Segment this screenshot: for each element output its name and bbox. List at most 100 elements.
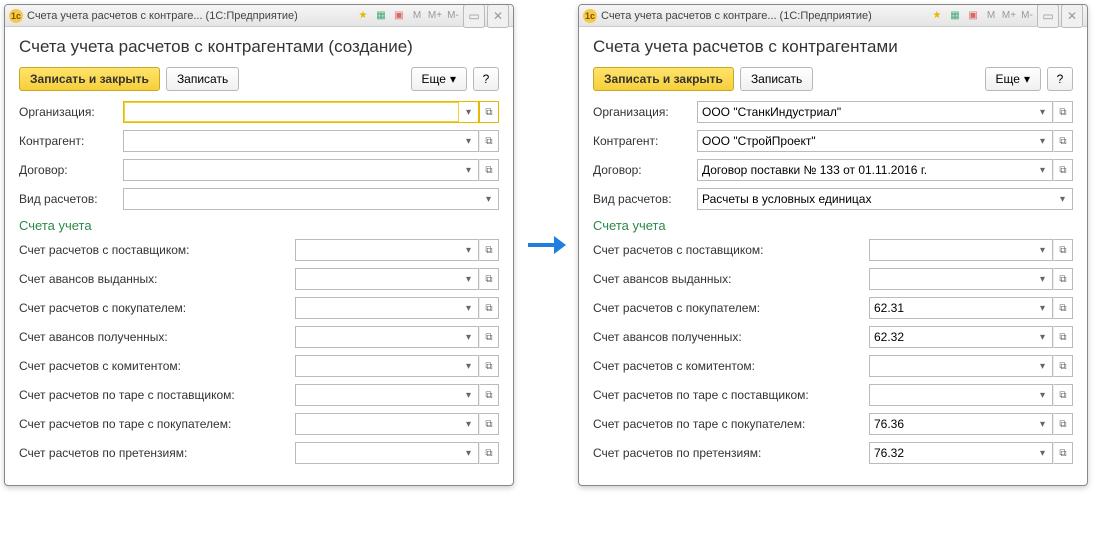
dropdown-icon[interactable]: ▾ — [1033, 297, 1053, 319]
open-icon[interactable]: ⧉ — [1053, 268, 1073, 290]
dropdown-icon[interactable]: ▾ — [1033, 101, 1053, 123]
dropdown-icon[interactable]: ▾ — [459, 442, 479, 464]
dropdown-icon[interactable]: ▾ — [459, 239, 479, 261]
account-input[interactable] — [295, 239, 459, 261]
account-input[interactable] — [869, 355, 1033, 377]
dropdown-icon[interactable]: ▾ — [459, 101, 479, 123]
dropdown-icon[interactable]: ▾ — [459, 413, 479, 435]
more-button[interactable]: Еще▾ — [411, 67, 467, 91]
dropdown-icon[interactable]: ▾ — [459, 355, 479, 377]
account-input[interactable] — [295, 413, 459, 435]
calculator-icon[interactable]: ▦ — [373, 8, 389, 24]
dropdown-icon[interactable]: ▾ — [1033, 384, 1053, 406]
more-button[interactable]: Еще▾ — [985, 67, 1041, 91]
org-input[interactable] — [697, 101, 1033, 123]
account-input[interactable] — [295, 355, 459, 377]
favorite-icon[interactable]: ★ — [355, 8, 371, 24]
dropdown-icon[interactable]: ▾ — [459, 326, 479, 348]
contragent-input[interactable] — [123, 130, 459, 152]
dropdown-icon[interactable]: ▾ — [1033, 239, 1053, 261]
account-input[interactable] — [869, 384, 1033, 406]
help-button[interactable]: ? — [473, 67, 499, 91]
dropdown-icon[interactable]: ▾ — [459, 384, 479, 406]
help-button[interactable]: ? — [1047, 67, 1073, 91]
dropdown-icon[interactable]: ▾ — [1053, 188, 1073, 210]
open-icon[interactable]: ⧉ — [1053, 384, 1073, 406]
open-icon[interactable]: ⧉ — [479, 326, 499, 348]
dropdown-icon[interactable]: ▾ — [1033, 326, 1053, 348]
mem-mplus[interactable]: M+ — [427, 8, 443, 24]
dropdown-icon[interactable]: ▾ — [1033, 159, 1053, 181]
open-icon[interactable]: ⧉ — [1053, 297, 1073, 319]
open-icon[interactable]: ⧉ — [479, 413, 499, 435]
account-input[interactable] — [295, 384, 459, 406]
account-input[interactable] — [295, 442, 459, 464]
mem-mplus[interactable]: M+ — [1001, 8, 1017, 24]
calculator-icon[interactable]: ▦ — [947, 8, 963, 24]
calc-type-input[interactable] — [123, 188, 479, 210]
account-input[interactable] — [869, 268, 1033, 290]
calendar-icon[interactable]: ▣ — [965, 8, 981, 24]
contract-input[interactable] — [697, 159, 1033, 181]
contract-input[interactable] — [123, 159, 459, 181]
dropdown-icon[interactable]: ▾ — [459, 159, 479, 181]
open-icon[interactable]: ⧉ — [479, 355, 499, 377]
contragent-input[interactable] — [697, 130, 1033, 152]
favorite-icon[interactable]: ★ — [929, 8, 945, 24]
minimize-icon[interactable]: ▭ — [463, 4, 485, 28]
open-icon[interactable]: ⧉ — [1053, 326, 1073, 348]
dropdown-icon[interactable]: ▾ — [459, 268, 479, 290]
dropdown-icon[interactable]: ▾ — [1033, 130, 1053, 152]
account-input[interactable] — [869, 442, 1033, 464]
account-input[interactable] — [869, 413, 1033, 435]
account-label: Счет расчетов с комитентом: — [19, 359, 247, 373]
org-input[interactable] — [123, 101, 459, 123]
account-input[interactable] — [295, 297, 459, 319]
mem-m[interactable]: M — [983, 8, 999, 24]
open-icon[interactable]: ⧉ — [1053, 101, 1073, 123]
mem-mminus[interactable]: M- — [1019, 8, 1035, 24]
account-input[interactable] — [295, 268, 459, 290]
open-icon[interactable]: ⧉ — [479, 159, 499, 181]
open-icon[interactable]: ⧉ — [1053, 239, 1073, 261]
dropdown-icon[interactable]: ▾ — [479, 188, 499, 210]
dropdown-icon[interactable]: ▾ — [459, 130, 479, 152]
org-field-group: ▾ ⧉ — [123, 101, 499, 123]
save-button[interactable]: Записать — [740, 67, 813, 91]
mem-m[interactable]: M — [409, 8, 425, 24]
open-icon[interactable]: ⧉ — [479, 442, 499, 464]
save-and-close-button[interactable]: Записать и закрыть — [19, 67, 160, 91]
dropdown-icon[interactable]: ▾ — [1033, 355, 1053, 377]
dropdown-icon[interactable]: ▾ — [1033, 442, 1053, 464]
account-label: Счет расчетов по таре с покупателем: — [19, 417, 247, 431]
window-title: Счета учета расчетов с контраге... (1С:П… — [601, 10, 872, 22]
close-icon[interactable]: ✕ — [1061, 4, 1083, 28]
minimize-icon[interactable]: ▭ — [1037, 4, 1059, 28]
close-icon[interactable]: ✕ — [487, 4, 509, 28]
dropdown-icon[interactable]: ▾ — [1033, 268, 1053, 290]
mem-mminus[interactable]: M- — [445, 8, 461, 24]
open-icon[interactable]: ⧉ — [1053, 413, 1073, 435]
account-input[interactable] — [869, 239, 1033, 261]
account-input[interactable] — [869, 297, 1033, 319]
dropdown-icon[interactable]: ▾ — [1033, 413, 1053, 435]
account-input[interactable] — [869, 326, 1033, 348]
account-input[interactable] — [295, 326, 459, 348]
open-icon[interactable]: ⧉ — [479, 101, 499, 123]
calc-type-input[interactable] — [697, 188, 1053, 210]
open-icon[interactable]: ⧉ — [1053, 130, 1073, 152]
open-icon[interactable]: ⧉ — [479, 297, 499, 319]
open-icon[interactable]: ⧉ — [479, 268, 499, 290]
open-icon[interactable]: ⧉ — [1053, 159, 1073, 181]
calendar-icon[interactable]: ▣ — [391, 8, 407, 24]
open-icon[interactable]: ⧉ — [1053, 355, 1073, 377]
open-icon[interactable]: ⧉ — [479, 239, 499, 261]
save-button[interactable]: Записать — [166, 67, 239, 91]
open-icon[interactable]: ⧉ — [479, 130, 499, 152]
open-icon[interactable]: ⧉ — [1053, 442, 1073, 464]
open-icon[interactable]: ⧉ — [479, 384, 499, 406]
save-and-close-button[interactable]: Записать и закрыть — [593, 67, 734, 91]
app-icon: 1c — [583, 9, 597, 23]
account-label: Счет расчетов по таре с поставщиком: — [593, 388, 821, 402]
dropdown-icon[interactable]: ▾ — [459, 297, 479, 319]
